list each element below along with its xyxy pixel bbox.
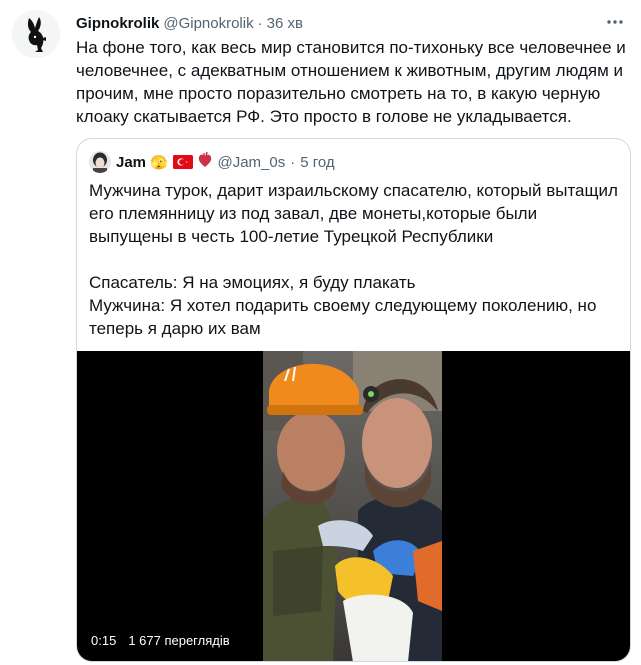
playboy-bunny-icon (12, 10, 60, 58)
author-avatar[interactable] (12, 10, 60, 58)
quoted-tweet[interactable]: Jam 🫣 @Jam_0s · 5 год Мужчина турок, дар… (76, 138, 631, 662)
tweet-header: Gipnokrolik @Gipnokrolik · 36 хв (76, 12, 629, 34)
more-options-icon[interactable] (603, 12, 627, 32)
tweet-timestamp[interactable]: 36 хв (267, 15, 303, 32)
separator-dot: · (290, 153, 296, 171)
turkey-flag-icon (173, 155, 194, 169)
quoted-paragraph: Мужчина турок, дарит израильскому спасат… (89, 181, 618, 246)
quoted-tweet-text: Мужчина турок, дарит израильскому спасат… (89, 179, 619, 340)
quoted-author-name[interactable]: Jam (116, 154, 146, 171)
emoji-icon: 🫣 (150, 153, 168, 170)
anatomical-heart-icon (198, 151, 212, 172)
video-duration: 0:15 (91, 633, 117, 648)
video-thumbnail (263, 351, 442, 661)
video-views: 1 677 переглядів (128, 633, 230, 648)
quoted-author-avatar[interactable] (89, 151, 111, 173)
video-meta: 0:15 1 677 переглядів (91, 633, 230, 648)
video-player[interactable]: 0:15 1 677 переглядів (77, 351, 630, 661)
quoted-author-handle[interactable]: @Jam_0s (217, 154, 285, 171)
quoted-paragraph: Спасатель: Я на эмоциях, я буду плакать (89, 273, 416, 292)
author-name[interactable]: Gipnokrolik (76, 15, 159, 32)
tweet-text: На фоне того, как весь мир становится по… (76, 38, 626, 126)
separator-dot: · (257, 14, 263, 32)
author-handle[interactable]: @Gipnokrolik (163, 15, 253, 32)
quoted-tweet-timestamp[interactable]: 5 год (300, 154, 334, 171)
quoted-tweet-header: Jam 🫣 @Jam_0s · 5 год (89, 151, 335, 173)
quoted-paragraph: Мужчина: Я хотел подарить своему следующ… (89, 296, 597, 338)
tweet[interactable]: Gipnokrolik @Gipnokrolik · 36 хв На фоне… (0, 0, 641, 665)
